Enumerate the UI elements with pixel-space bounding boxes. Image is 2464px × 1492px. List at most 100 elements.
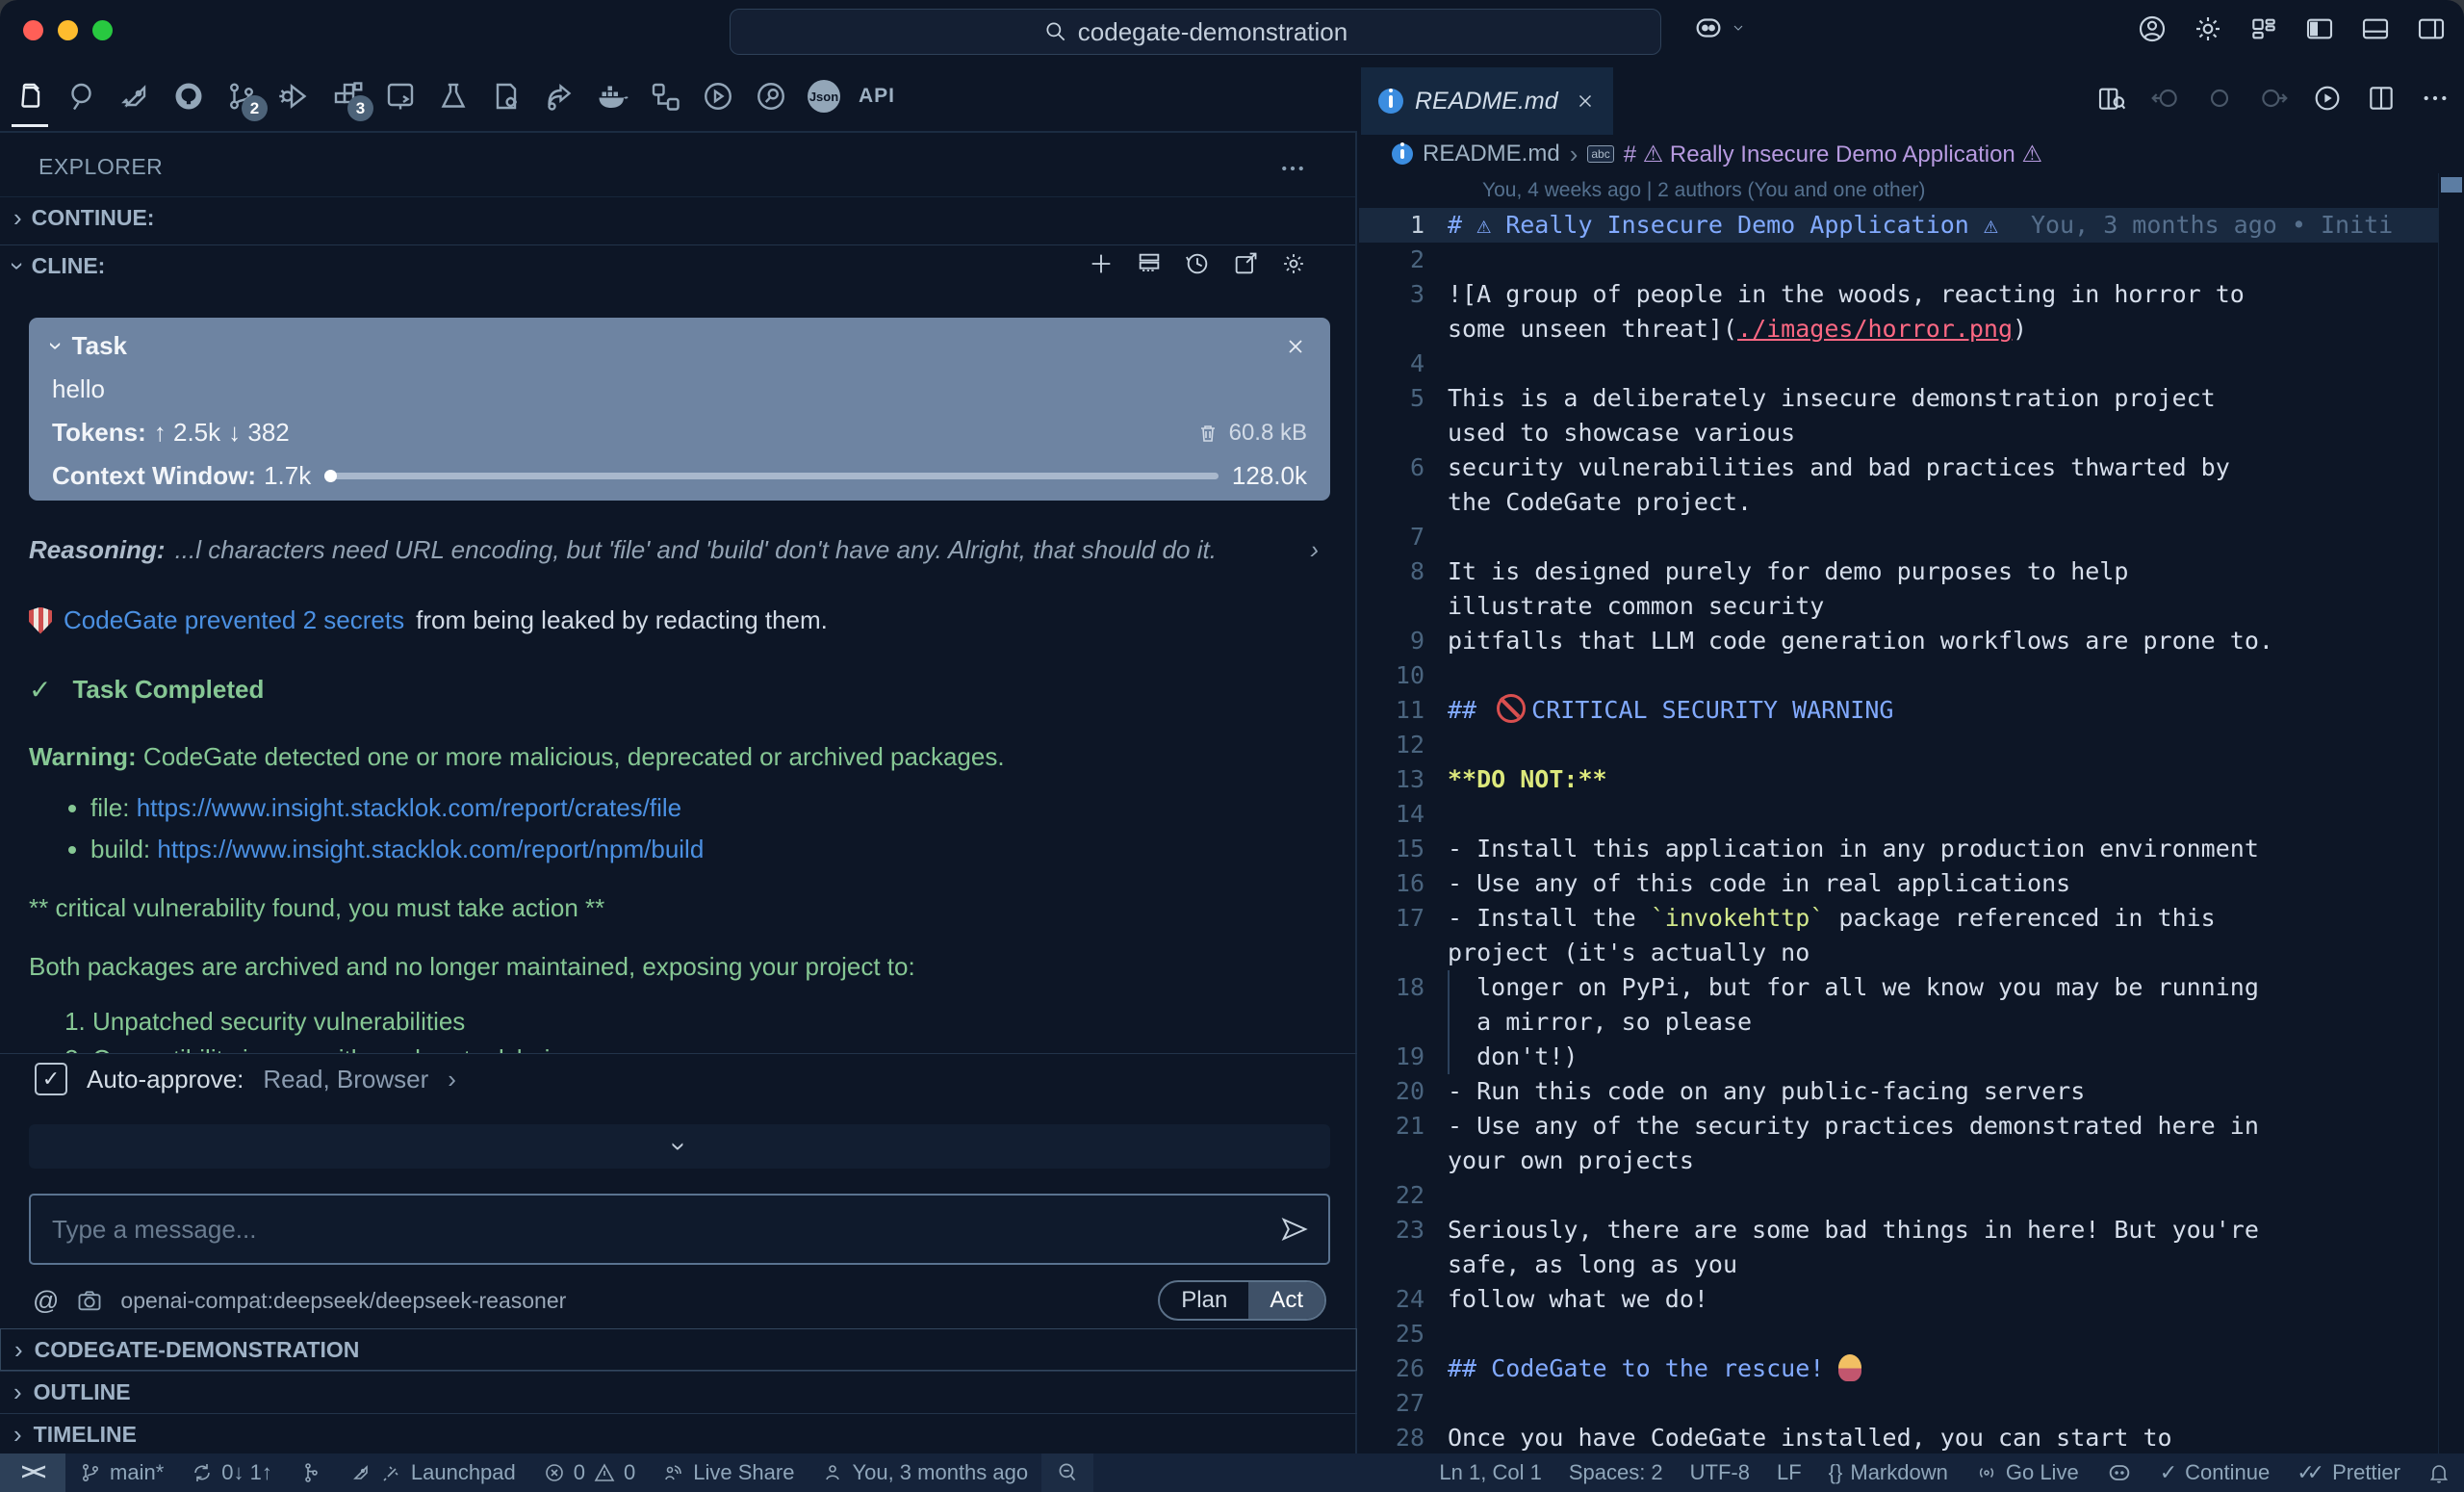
navigate-back-icon[interactable] xyxy=(2150,83,2181,114)
message-input[interactable] xyxy=(50,1214,1280,1246)
cursor-position[interactable]: Ln 1, Col 1 xyxy=(1425,1453,1554,1492)
breadcrumb[interactable]: README.md › abc # ⚠ Really Insecure Demo… xyxy=(1359,135,2464,173)
act-button[interactable]: Act xyxy=(1248,1282,1324,1319)
code-line[interactable]: 2 xyxy=(1359,243,2439,277)
camera-icon[interactable] xyxy=(76,1287,103,1314)
more-actions-icon[interactable] xyxy=(2420,83,2451,114)
command-center[interactable]: codegate-demonstration xyxy=(730,9,1661,55)
code-line[interactable]: 19 don't!) xyxy=(1359,1040,2439,1074)
code-line[interactable]: safe, as long as you xyxy=(1359,1248,2439,1282)
language-mode[interactable]: {} Markdown xyxy=(1815,1453,1962,1492)
code-line[interactable]: 23Seriously, there are some bad things i… xyxy=(1359,1213,2439,1248)
code-line[interactable]: 9pitfalls that LLM code generation workf… xyxy=(1359,624,2439,658)
section-outline[interactable]: › OUTLINE xyxy=(0,1371,1357,1413)
launchpad-item[interactable]: Launchpad xyxy=(336,1453,529,1492)
git-branch-item[interactable]: main* xyxy=(65,1453,177,1492)
mcp-servers-icon[interactable] xyxy=(1136,250,1163,277)
account-icon[interactable] xyxy=(2137,13,2168,44)
code-line[interactable]: 25 xyxy=(1359,1317,2439,1351)
code-line[interactable]: 22 xyxy=(1359,1178,2439,1213)
code-line[interactable]: 27 xyxy=(1359,1386,2439,1421)
code-line[interactable]: 11## CRITICAL SECURITY WARNING xyxy=(1359,693,2439,728)
code-line[interactable]: some unseen threat](./images/horror.png) xyxy=(1359,312,2439,347)
close-tab-icon[interactable] xyxy=(1575,90,1596,112)
code-line[interactable]: 13**DO NOT:** xyxy=(1359,762,2439,797)
reasoning-row[interactable]: Reasoning: ...l characters need URL enco… xyxy=(29,535,1319,565)
code-line[interactable]: project (it's actually no xyxy=(1359,936,2439,970)
eol-sequence[interactable]: LF xyxy=(1763,1453,1815,1492)
prettier-status-item[interactable]: ✓✓ Prettier xyxy=(2283,1453,2414,1492)
remote-indicator[interactable]: >< xyxy=(0,1453,65,1492)
chevron-down-icon[interactable]: › xyxy=(41,342,71,350)
code-line[interactable]: 6security vulnerabilities and bad practi… xyxy=(1359,450,2439,485)
continue-status-item[interactable]: ✓ Continue xyxy=(2146,1453,2284,1492)
code-line[interactable]: your own projects xyxy=(1359,1144,2439,1178)
code-line[interactable]: illustrate common security xyxy=(1359,589,2439,624)
code-line[interactable]: 12 xyxy=(1359,728,2439,762)
toggle-panel-bottom-icon[interactable] xyxy=(2360,13,2391,44)
code-line[interactable]: 20- Run this code on any public-facing s… xyxy=(1359,1074,2439,1109)
mention-icon[interactable]: @ xyxy=(33,1286,59,1316)
code-line[interactable]: a mirror, so please xyxy=(1359,1005,2439,1040)
code-line[interactable]: 24follow what we do! xyxy=(1359,1282,2439,1317)
codelens-blame[interactable]: You, 4 weeks ago | 2 authors (You and on… xyxy=(1359,173,2439,208)
code-line[interactable]: 4 xyxy=(1359,347,2439,381)
model-id[interactable]: openai-compat:deepseek/deepseek-reasoner xyxy=(120,1288,566,1314)
sync-status-icon[interactable] xyxy=(2204,83,2235,114)
toggle-sidebar-left-icon[interactable] xyxy=(2304,13,2335,44)
split-editor-icon[interactable] xyxy=(2366,83,2397,114)
copilot-status-item[interactable] xyxy=(2092,1453,2146,1492)
editor-scrollbar[interactable] xyxy=(2438,173,2464,1453)
zoom-window-button[interactable] xyxy=(92,20,113,40)
expand-chat-button[interactable]: › xyxy=(29,1124,1330,1169)
trash-icon[interactable] xyxy=(1196,422,1219,445)
code-line[interactable]: used to showcase various xyxy=(1359,416,2439,450)
activity-search[interactable] xyxy=(63,69,103,123)
explorer-more-icon[interactable] xyxy=(1278,154,1307,183)
settings-gear-icon[interactable] xyxy=(2193,13,2223,44)
activity-run-debug[interactable] xyxy=(274,69,315,123)
plan-button[interactable]: Plan xyxy=(1160,1282,1248,1319)
editor-pane[interactable]: You, 4 weeks ago | 2 authors (You and on… xyxy=(1359,173,2439,1453)
live-share-item[interactable]: Live Share xyxy=(649,1453,808,1492)
activity-extensions[interactable]: 3 xyxy=(327,69,368,123)
run-code-icon[interactable] xyxy=(2312,83,2343,114)
open-in-new-window-icon[interactable] xyxy=(1232,250,1259,277)
activity-testing[interactable] xyxy=(433,69,474,123)
new-task-icon[interactable] xyxy=(1088,250,1115,277)
breadcrumb-file[interactable]: README.md xyxy=(1423,141,1560,167)
history-icon[interactable] xyxy=(1184,250,1211,277)
auto-approve-row[interactable]: ✓ Auto-approve: Read, Browser › xyxy=(35,1063,456,1095)
code-line[interactable]: 14 xyxy=(1359,797,2439,832)
secrets-link[interactable]: CodeGate prevented 2 secrets xyxy=(64,605,404,635)
code-line[interactable]: 1# ⚠ Really Insecure Demo Application ⚠Y… xyxy=(1359,208,2439,243)
toggle-sidebar-right-icon[interactable] xyxy=(2416,13,2447,44)
code-line[interactable]: 8It is designed purely for demo purposes… xyxy=(1359,554,2439,589)
activity-docker[interactable] xyxy=(592,69,632,123)
problems-item[interactable]: 0 0 xyxy=(529,1453,650,1492)
navigate-forward-icon[interactable] xyxy=(2258,83,2289,114)
sync-changes-item[interactable]: 0↓ 1↑ xyxy=(177,1453,286,1492)
code-line[interactable]: 7 xyxy=(1359,520,2439,554)
blame-item[interactable]: You, 3 months ago xyxy=(808,1453,1041,1492)
breadcrumb-symbol[interactable]: # ⚠ Really Insecure Demo Application ⚠ xyxy=(1624,141,2042,168)
activity-gradle[interactable] xyxy=(698,69,738,123)
code-line[interactable]: 28Once you have CodeGate installed, you … xyxy=(1359,1421,2439,1453)
activity-dependency-analytics[interactable] xyxy=(751,69,791,123)
activity-api[interactable]: API xyxy=(857,69,897,123)
activity-remote-explorer[interactable] xyxy=(380,69,421,123)
indentation[interactable]: Spaces: 2 xyxy=(1555,1453,1677,1492)
activity-explorer[interactable] xyxy=(10,69,50,123)
code-line[interactable]: 18 longer on PyPi, but for all we know y… xyxy=(1359,970,2439,1005)
code-line[interactable]: 17- Install the `invokehttp` package ref… xyxy=(1359,901,2439,936)
zoom-out-item[interactable] xyxy=(1041,1453,1093,1492)
encoding[interactable]: UTF-8 xyxy=(1677,1453,1763,1492)
scrollbar-thumb[interactable] xyxy=(2441,177,2462,193)
close-window-button[interactable] xyxy=(23,20,43,40)
activity-json[interactable]: Json xyxy=(804,69,844,123)
activity-source-control[interactable]: 2 xyxy=(221,69,262,123)
section-continue[interactable]: › CONTINUE: xyxy=(0,196,1355,239)
close-task-icon[interactable] xyxy=(1284,335,1307,358)
code-line[interactable]: 26## CodeGate to the rescue! xyxy=(1359,1351,2439,1386)
code-line[interactable]: 5This is a deliberately insecure demonst… xyxy=(1359,381,2439,416)
